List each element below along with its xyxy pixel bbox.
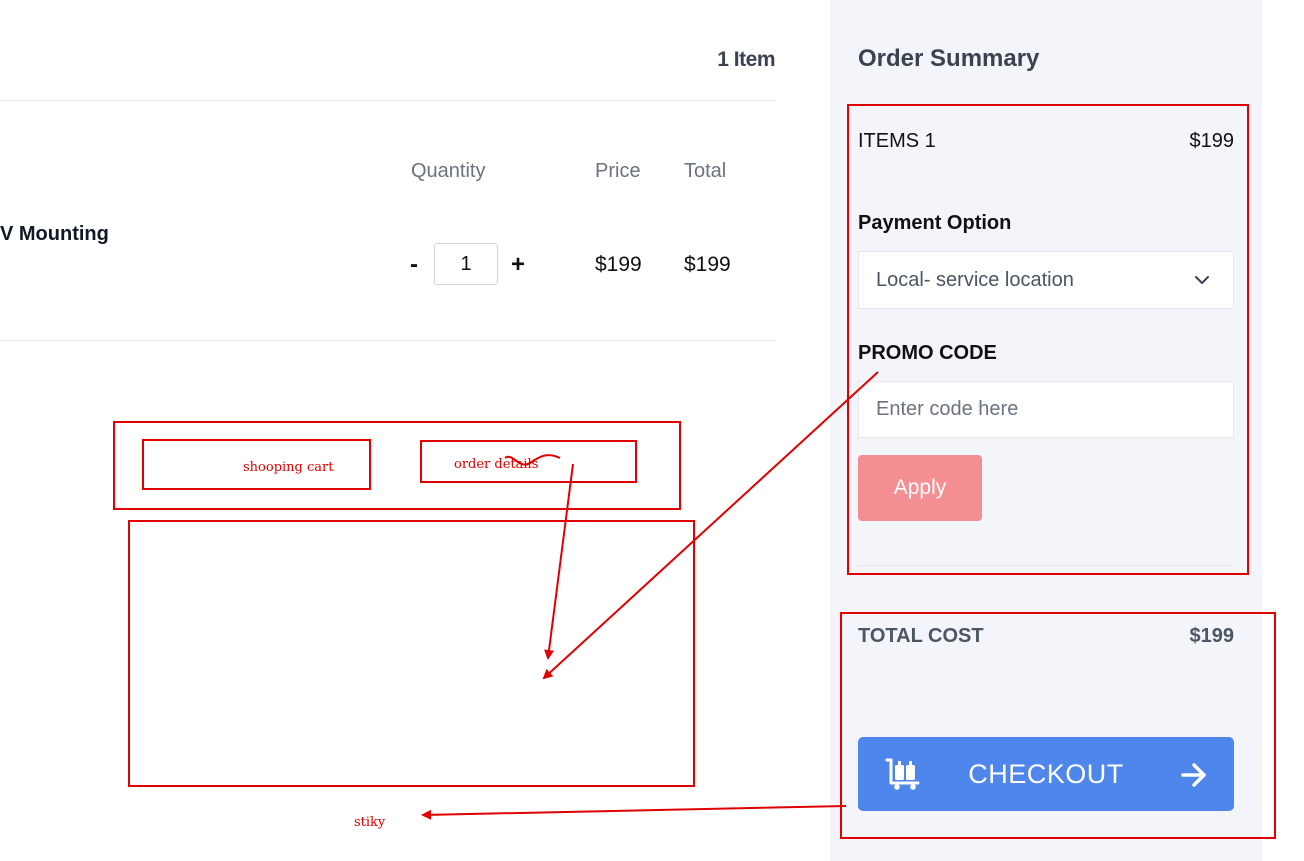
payment-option-select[interactable]: Local- service location: [858, 251, 1234, 309]
apply-promo-button[interactable]: Apply: [858, 455, 982, 521]
total-cost-value: $199: [1189, 625, 1235, 647]
annotation-order-details-label: order details: [454, 457, 539, 472]
order-summary-title: Order Summary: [858, 45, 1040, 72]
column-header-quantity: Quantity: [411, 160, 486, 182]
quantity-decrement-button[interactable]: -: [410, 250, 418, 280]
payment-option-value: Local- service location: [876, 269, 1074, 291]
payment-option-heading: Payment Option: [858, 212, 1012, 234]
annotation-box-tabs: [113, 421, 681, 510]
cart-item-name: V Mounting: [0, 223, 109, 245]
summary-items-label: ITEMS 1: [858, 130, 936, 152]
checkout-button-label: CHECKOUT: [968, 759, 1124, 789]
annotation-box-content: [128, 520, 695, 787]
annotation-arrow-sticky: [421, 805, 847, 820]
summary-divider: [858, 565, 1234, 566]
cart-item-total: $199: [684, 253, 731, 276]
annotation-shopping-cart-label: shooping cart: [243, 460, 334, 475]
annotation-sticky-label: stiky: [354, 815, 386, 830]
column-header-price: Price: [595, 160, 641, 182]
cart-item-price: $199: [595, 253, 642, 276]
chevron-down-icon: [1195, 276, 1209, 284]
arrow-right-icon: [1181, 763, 1206, 787]
annotation-arrow-order-details: [544, 463, 574, 660]
quantity-input[interactable]: 1: [434, 243, 498, 285]
column-header-total: Total: [684, 160, 727, 182]
annotation-arrow-promo: [542, 371, 879, 680]
cart-row-divider: [0, 340, 775, 341]
quantity-increment-button[interactable]: +: [511, 250, 525, 280]
summary-items-value: $199: [1189, 130, 1235, 152]
promo-code-heading: PROMO CODE: [858, 342, 997, 364]
cart-header-divider: [0, 100, 775, 101]
promo-code-input[interactable]: [858, 381, 1234, 438]
total-cost-label: TOTAL COST: [858, 625, 984, 647]
checkout-button[interactable]: CHECKOUT: [858, 737, 1234, 811]
cart-items-count: 1 Item: [717, 48, 775, 71]
